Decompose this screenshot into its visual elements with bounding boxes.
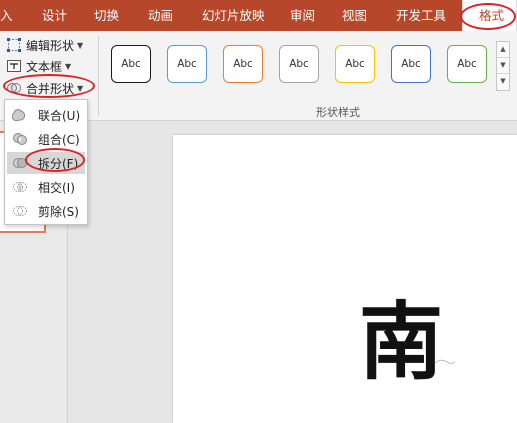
merge-shapes-icon bbox=[6, 80, 22, 96]
fragment-icon bbox=[12, 155, 28, 171]
combine-icon bbox=[12, 131, 28, 147]
union-icon bbox=[11, 107, 28, 123]
gallery-down-icon[interactable]: ▼ bbox=[497, 58, 509, 74]
menu-item-label: 组合(C) bbox=[38, 132, 80, 147]
edit-shape-button[interactable]: 编辑形状 ▼ bbox=[6, 35, 83, 55]
shape-style-preset-2[interactable]: Abc bbox=[167, 45, 207, 83]
shape-style-preset-1[interactable]: Abc bbox=[111, 45, 151, 83]
menu-item-label: 拆分(F) bbox=[38, 156, 79, 171]
menu-item-subtract[interactable]: 剪除(S) bbox=[7, 200, 85, 222]
tab-animations[interactable]: 动画 bbox=[148, 0, 173, 31]
tab-transitions[interactable]: 切换 bbox=[94, 0, 119, 31]
tab-format[interactable]: 格式 bbox=[462, 0, 517, 31]
gallery-up-icon[interactable]: ▲ bbox=[497, 42, 509, 58]
glyph-shape[interactable]: 南 bbox=[359, 293, 443, 391]
tab-developer[interactable]: 开发工具 bbox=[396, 0, 446, 31]
slide-shape[interactable]: 南 bbox=[173, 135, 517, 423]
text-box-icon bbox=[6, 58, 22, 74]
tab-design[interactable]: 设计 bbox=[42, 0, 67, 31]
tab-view[interactable]: 视图 bbox=[342, 0, 367, 31]
gallery-more-icon[interactable]: ▼ bbox=[497, 74, 509, 90]
chevron-down-icon: ▼ bbox=[65, 61, 72, 71]
menu-item-combine[interactable]: 组合(C) bbox=[7, 128, 85, 150]
menu-item-label: 剪除(S) bbox=[38, 204, 79, 219]
menu-item-fragment[interactable]: 拆分(F) bbox=[7, 152, 85, 174]
shape-style-preset-5[interactable]: Abc bbox=[335, 45, 375, 83]
tab-review[interactable]: 审阅 bbox=[290, 0, 315, 31]
edit-shape-icon bbox=[6, 37, 22, 53]
ribbon-tab-bar: 入 设计 切换 动画 幻灯片放映 审阅 视图 开发工具 格式 bbox=[0, 0, 517, 31]
chevron-down-icon: ▼ bbox=[77, 83, 84, 93]
shape-style-preset-4[interactable]: Abc bbox=[279, 45, 319, 83]
edit-shape-label: 编辑形状 bbox=[26, 38, 75, 53]
shape-style-preset-7[interactable]: Abc bbox=[447, 45, 487, 83]
group-divider bbox=[98, 36, 99, 116]
intersect-icon bbox=[12, 179, 28, 195]
menu-item-union[interactable]: 联合(U) bbox=[7, 104, 85, 126]
merge-shapes-label: 合并形状 bbox=[26, 81, 75, 96]
slide-canvas: 南 bbox=[69, 121, 517, 423]
gallery-scroll[interactable]: ▲ ▼ ▼ bbox=[496, 41, 510, 91]
shape-style-preset-3[interactable]: Abc bbox=[223, 45, 263, 83]
merge-shapes-button[interactable]: 合并形状 ▼ bbox=[6, 78, 83, 98]
slide[interactable]: 南 bbox=[173, 135, 517, 423]
tab-slideshow[interactable]: 幻灯片放映 bbox=[202, 0, 265, 31]
chevron-down-icon: ▼ bbox=[77, 40, 84, 50]
text-box-label: 文本框 bbox=[26, 59, 63, 74]
shape-style-preset-6[interactable]: Abc bbox=[391, 45, 431, 83]
shape-styles-group-label: 形状样式 bbox=[316, 106, 360, 119]
merge-shapes-menu: 联合(U) 组合(C) 拆分(F) 相交(I) 剪除(S) bbox=[4, 99, 88, 225]
subtract-icon bbox=[12, 203, 28, 219]
menu-item-intersect[interactable]: 相交(I) bbox=[7, 176, 85, 198]
menu-item-label: 联合(U) bbox=[38, 108, 81, 123]
text-box-button[interactable]: 文本框 ▼ bbox=[6, 56, 71, 76]
tab-insert[interactable]: 入 bbox=[0, 0, 13, 31]
menu-item-label: 相交(I) bbox=[38, 180, 75, 195]
